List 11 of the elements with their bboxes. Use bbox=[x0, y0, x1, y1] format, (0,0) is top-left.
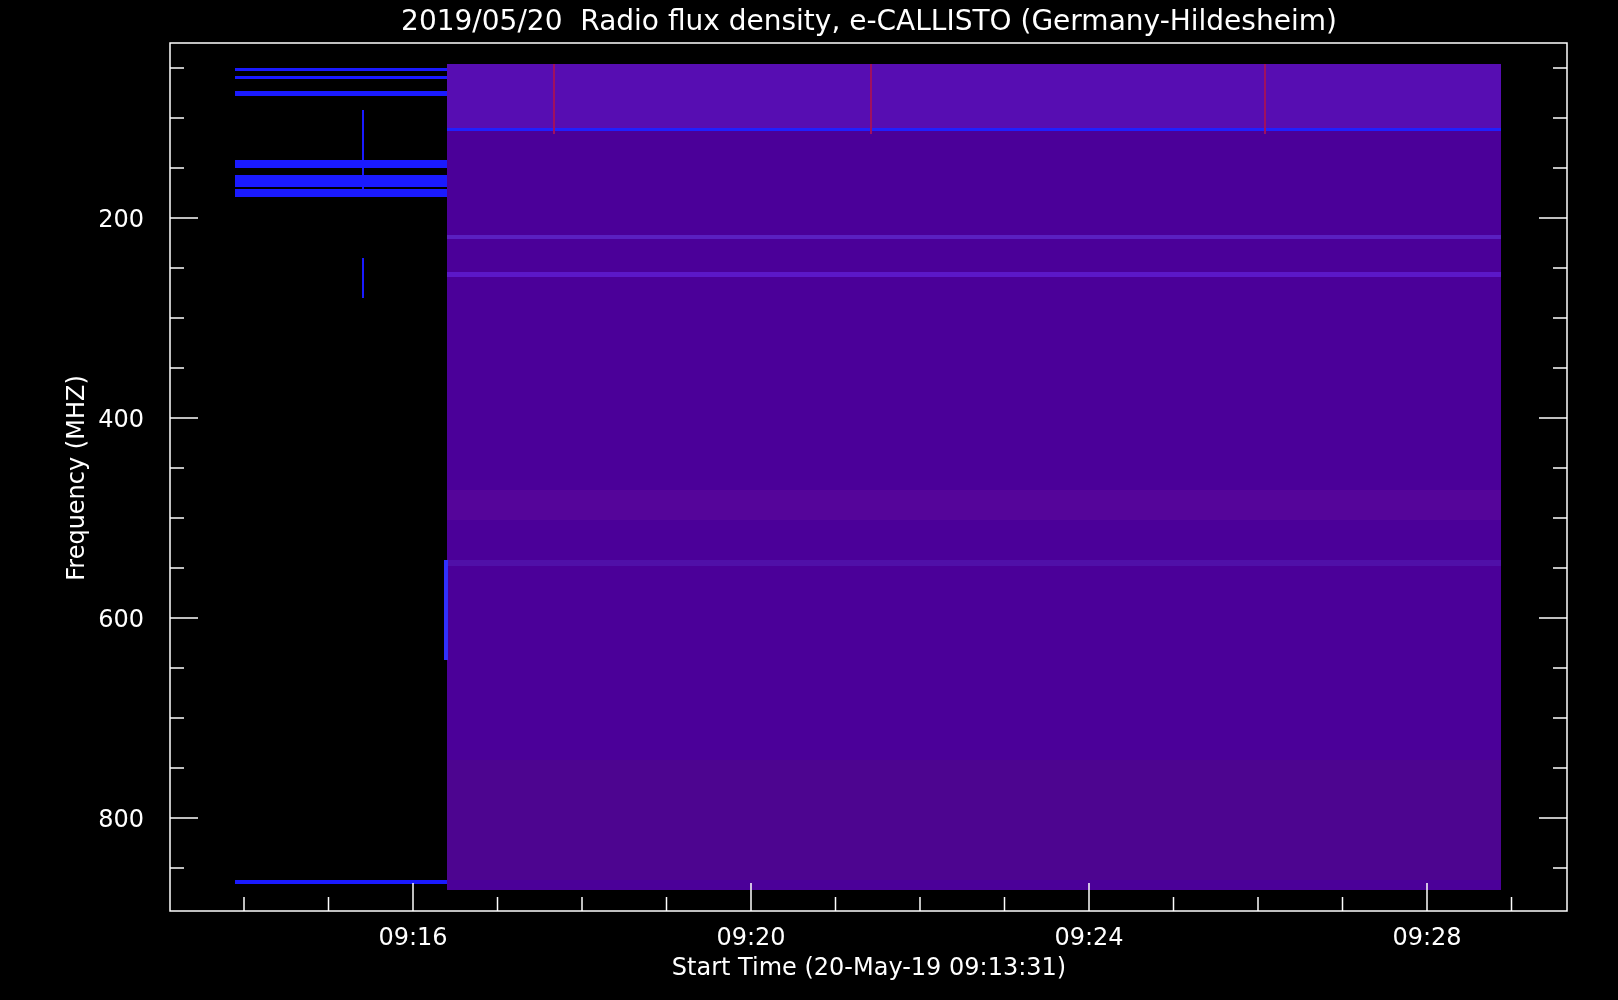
y-tick-label: 600 bbox=[98, 605, 144, 633]
y-axis-label: Frequency (MHZ) bbox=[62, 375, 90, 581]
y-tick-label: 400 bbox=[98, 405, 144, 433]
x-tick-label: 09:16 bbox=[378, 923, 448, 951]
chart-title: 2019/05/20 Radio flux density, e-CALLISTO (Germany-Hildesheim) bbox=[401, 4, 1337, 37]
x-tick-label: 09:28 bbox=[1392, 923, 1462, 951]
y-tick-label: 800 bbox=[98, 805, 144, 833]
x-axis-label: Start Time (20-May-19 09:13:31) bbox=[671, 953, 1067, 981]
y-tick-label: 200 bbox=[98, 205, 144, 233]
x-tick-label: 09:20 bbox=[716, 923, 786, 951]
x-tick-label: 09:24 bbox=[1054, 923, 1124, 951]
